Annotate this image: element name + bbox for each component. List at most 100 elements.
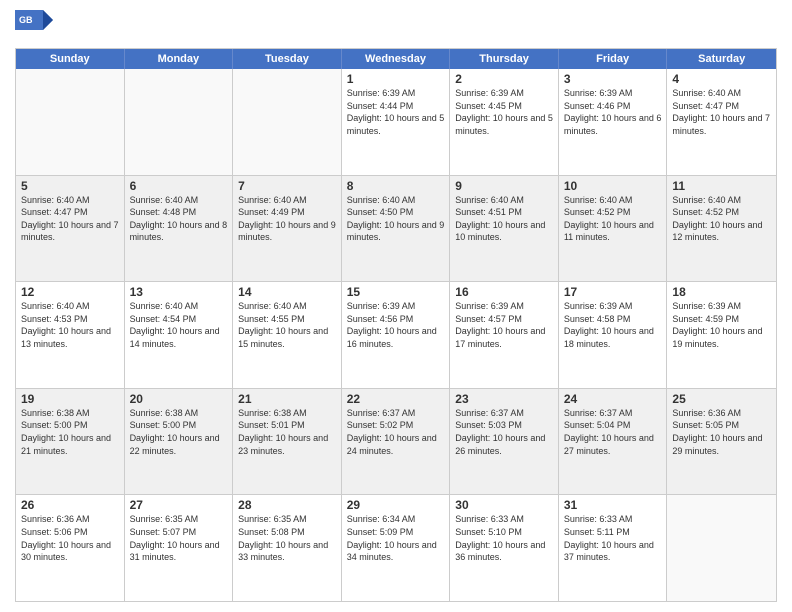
cell-info: Sunrise: 6:37 AM Sunset: 5:03 PM Dayligh… xyxy=(455,407,553,457)
cell-info: Sunrise: 6:40 AM Sunset: 4:55 PM Dayligh… xyxy=(238,300,336,350)
day-number: 11 xyxy=(672,179,771,193)
day-number: 15 xyxy=(347,285,445,299)
calendar-cell: 5Sunrise: 6:40 AM Sunset: 4:47 PM Daylig… xyxy=(16,176,125,282)
day-number: 6 xyxy=(130,179,228,193)
calendar-cell: 22Sunrise: 6:37 AM Sunset: 5:02 PM Dayli… xyxy=(342,389,451,495)
weekday-header-monday: Monday xyxy=(125,49,234,69)
cell-info: Sunrise: 6:33 AM Sunset: 5:11 PM Dayligh… xyxy=(564,513,662,563)
calendar-cell: 1Sunrise: 6:39 AM Sunset: 4:44 PM Daylig… xyxy=(342,69,451,175)
day-number: 7 xyxy=(238,179,336,193)
cell-info: Sunrise: 6:40 AM Sunset: 4:47 PM Dayligh… xyxy=(21,194,119,244)
day-number: 27 xyxy=(130,498,228,512)
calendar-row-2: 12Sunrise: 6:40 AM Sunset: 4:53 PM Dayli… xyxy=(16,281,776,388)
cell-info: Sunrise: 6:38 AM Sunset: 5:01 PM Dayligh… xyxy=(238,407,336,457)
cell-info: Sunrise: 6:40 AM Sunset: 4:48 PM Dayligh… xyxy=(130,194,228,244)
calendar-cell: 6Sunrise: 6:40 AM Sunset: 4:48 PM Daylig… xyxy=(125,176,234,282)
calendar-body: 1Sunrise: 6:39 AM Sunset: 4:44 PM Daylig… xyxy=(16,69,776,601)
calendar-cell: 17Sunrise: 6:39 AM Sunset: 4:58 PM Dayli… xyxy=(559,282,668,388)
cell-info: Sunrise: 6:40 AM Sunset: 4:51 PM Dayligh… xyxy=(455,194,553,244)
calendar-row-4: 26Sunrise: 6:36 AM Sunset: 5:06 PM Dayli… xyxy=(16,494,776,601)
weekday-header-wednesday: Wednesday xyxy=(342,49,451,69)
calendar-cell: 23Sunrise: 6:37 AM Sunset: 5:03 PM Dayli… xyxy=(450,389,559,495)
cell-info: Sunrise: 6:40 AM Sunset: 4:49 PM Dayligh… xyxy=(238,194,336,244)
cell-info: Sunrise: 6:37 AM Sunset: 5:04 PM Dayligh… xyxy=(564,407,662,457)
calendar-cell xyxy=(233,69,342,175)
day-number: 21 xyxy=(238,392,336,406)
calendar-cell: 20Sunrise: 6:38 AM Sunset: 5:00 PM Dayli… xyxy=(125,389,234,495)
cell-info: Sunrise: 6:33 AM Sunset: 5:10 PM Dayligh… xyxy=(455,513,553,563)
svg-text:GB: GB xyxy=(19,15,33,25)
cell-info: Sunrise: 6:40 AM Sunset: 4:54 PM Dayligh… xyxy=(130,300,228,350)
day-number: 13 xyxy=(130,285,228,299)
weekday-header-thursday: Thursday xyxy=(450,49,559,69)
cell-info: Sunrise: 6:40 AM Sunset: 4:50 PM Dayligh… xyxy=(347,194,445,244)
calendar-cell: 31Sunrise: 6:33 AM Sunset: 5:11 PM Dayli… xyxy=(559,495,668,601)
weekday-header-friday: Friday xyxy=(559,49,668,69)
calendar-cell: 9Sunrise: 6:40 AM Sunset: 4:51 PM Daylig… xyxy=(450,176,559,282)
calendar-cell: 12Sunrise: 6:40 AM Sunset: 4:53 PM Dayli… xyxy=(16,282,125,388)
cell-info: Sunrise: 6:40 AM Sunset: 4:47 PM Dayligh… xyxy=(672,87,771,137)
calendar-cell: 14Sunrise: 6:40 AM Sunset: 4:55 PM Dayli… xyxy=(233,282,342,388)
cell-info: Sunrise: 6:36 AM Sunset: 5:06 PM Dayligh… xyxy=(21,513,119,563)
calendar-cell: 25Sunrise: 6:36 AM Sunset: 5:05 PM Dayli… xyxy=(667,389,776,495)
day-number: 20 xyxy=(130,392,228,406)
day-number: 29 xyxy=(347,498,445,512)
day-number: 30 xyxy=(455,498,553,512)
calendar-cell: 19Sunrise: 6:38 AM Sunset: 5:00 PM Dayli… xyxy=(16,389,125,495)
day-number: 10 xyxy=(564,179,662,193)
calendar-cell: 21Sunrise: 6:38 AM Sunset: 5:01 PM Dayli… xyxy=(233,389,342,495)
calendar-cell xyxy=(16,69,125,175)
cell-info: Sunrise: 6:39 AM Sunset: 4:45 PM Dayligh… xyxy=(455,87,553,137)
calendar-cell xyxy=(667,495,776,601)
cell-info: Sunrise: 6:40 AM Sunset: 4:53 PM Dayligh… xyxy=(21,300,119,350)
calendar-cell: 27Sunrise: 6:35 AM Sunset: 5:07 PM Dayli… xyxy=(125,495,234,601)
cell-info: Sunrise: 6:38 AM Sunset: 5:00 PM Dayligh… xyxy=(130,407,228,457)
weekday-header-saturday: Saturday xyxy=(667,49,776,69)
calendar-cell: 16Sunrise: 6:39 AM Sunset: 4:57 PM Dayli… xyxy=(450,282,559,388)
day-number: 12 xyxy=(21,285,119,299)
calendar-cell: 18Sunrise: 6:39 AM Sunset: 4:59 PM Dayli… xyxy=(667,282,776,388)
cell-info: Sunrise: 6:39 AM Sunset: 4:46 PM Dayligh… xyxy=(564,87,662,137)
cell-info: Sunrise: 6:38 AM Sunset: 5:00 PM Dayligh… xyxy=(21,407,119,457)
cell-info: Sunrise: 6:40 AM Sunset: 4:52 PM Dayligh… xyxy=(564,194,662,244)
calendar-cell xyxy=(125,69,234,175)
calendar-cell: 15Sunrise: 6:39 AM Sunset: 4:56 PM Dayli… xyxy=(342,282,451,388)
cell-info: Sunrise: 6:36 AM Sunset: 5:05 PM Dayligh… xyxy=(672,407,771,457)
day-number: 4 xyxy=(672,72,771,86)
day-number: 28 xyxy=(238,498,336,512)
logo: GB xyxy=(15,10,57,40)
day-number: 22 xyxy=(347,392,445,406)
day-number: 16 xyxy=(455,285,553,299)
calendar-cell: 10Sunrise: 6:40 AM Sunset: 4:52 PM Dayli… xyxy=(559,176,668,282)
cell-info: Sunrise: 6:34 AM Sunset: 5:09 PM Dayligh… xyxy=(347,513,445,563)
calendar-cell: 11Sunrise: 6:40 AM Sunset: 4:52 PM Dayli… xyxy=(667,176,776,282)
cell-info: Sunrise: 6:39 AM Sunset: 4:59 PM Dayligh… xyxy=(672,300,771,350)
day-number: 14 xyxy=(238,285,336,299)
day-number: 17 xyxy=(564,285,662,299)
day-number: 3 xyxy=(564,72,662,86)
day-number: 1 xyxy=(347,72,445,86)
calendar-header: SundayMondayTuesdayWednesdayThursdayFrid… xyxy=(16,49,776,69)
day-number: 23 xyxy=(455,392,553,406)
calendar-cell: 4Sunrise: 6:40 AM Sunset: 4:47 PM Daylig… xyxy=(667,69,776,175)
day-number: 19 xyxy=(21,392,119,406)
day-number: 31 xyxy=(564,498,662,512)
calendar-cell: 3Sunrise: 6:39 AM Sunset: 4:46 PM Daylig… xyxy=(559,69,668,175)
cell-info: Sunrise: 6:40 AM Sunset: 4:52 PM Dayligh… xyxy=(672,194,771,244)
calendar-cell: 24Sunrise: 6:37 AM Sunset: 5:04 PM Dayli… xyxy=(559,389,668,495)
calendar-cell: 2Sunrise: 6:39 AM Sunset: 4:45 PM Daylig… xyxy=(450,69,559,175)
day-number: 18 xyxy=(672,285,771,299)
calendar-row-3: 19Sunrise: 6:38 AM Sunset: 5:00 PM Dayli… xyxy=(16,388,776,495)
day-number: 9 xyxy=(455,179,553,193)
day-number: 2 xyxy=(455,72,553,86)
cell-info: Sunrise: 6:39 AM Sunset: 4:56 PM Dayligh… xyxy=(347,300,445,350)
cell-info: Sunrise: 6:39 AM Sunset: 4:44 PM Dayligh… xyxy=(347,87,445,137)
logo-icon: GB xyxy=(15,10,53,40)
day-number: 25 xyxy=(672,392,771,406)
calendar-row-1: 5Sunrise: 6:40 AM Sunset: 4:47 PM Daylig… xyxy=(16,175,776,282)
calendar-row-0: 1Sunrise: 6:39 AM Sunset: 4:44 PM Daylig… xyxy=(16,69,776,175)
cell-info: Sunrise: 6:39 AM Sunset: 4:58 PM Dayligh… xyxy=(564,300,662,350)
weekday-header-tuesday: Tuesday xyxy=(233,49,342,69)
day-number: 8 xyxy=(347,179,445,193)
calendar-cell: 26Sunrise: 6:36 AM Sunset: 5:06 PM Dayli… xyxy=(16,495,125,601)
